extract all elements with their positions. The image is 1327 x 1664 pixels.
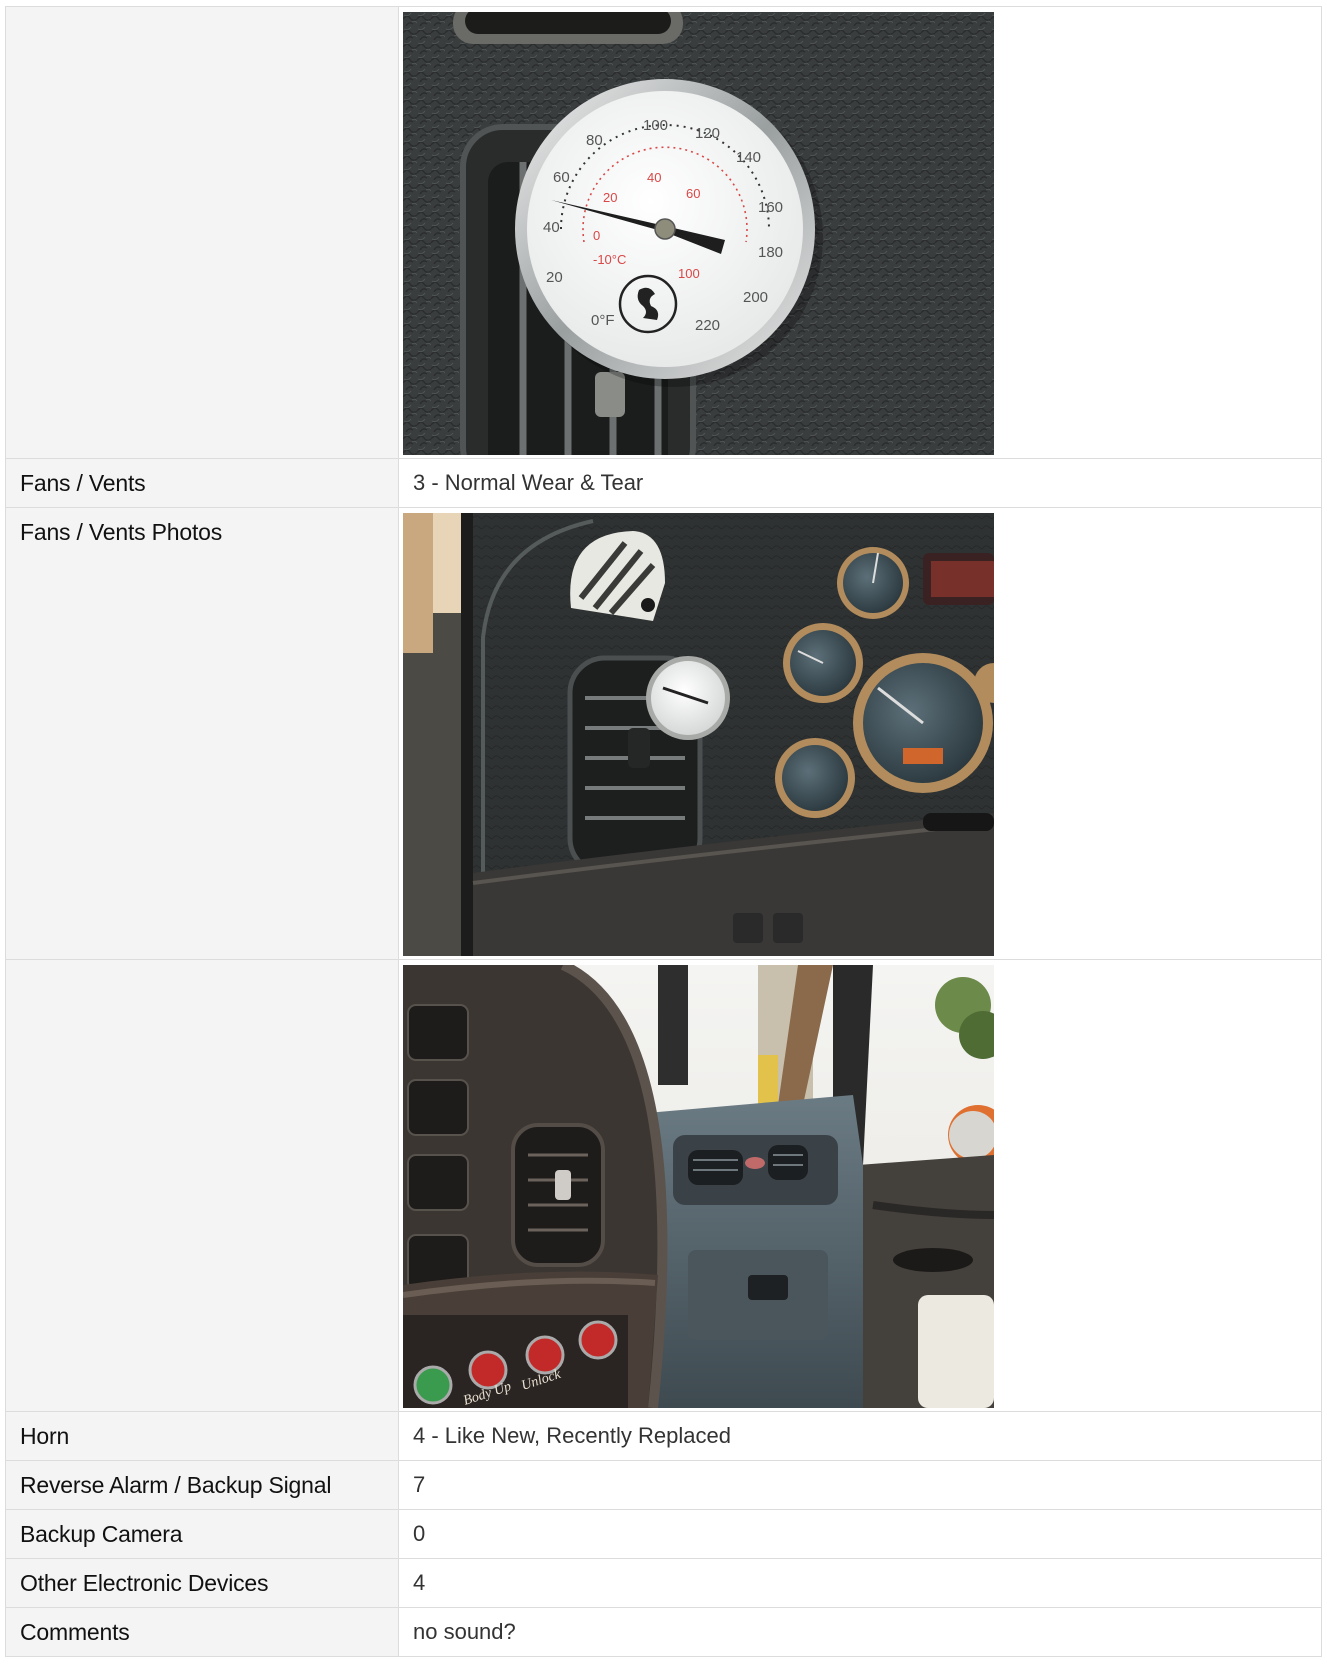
table-row: Comments no sound? — [5, 1607, 1322, 1657]
f-tick: 120 — [695, 125, 720, 142]
table-row: Reverse Alarm / Backup Signal 7 — [5, 1460, 1322, 1510]
f-tick: 180 — [758, 244, 783, 261]
row-value-cell: 3 - Normal Wear & Tear — [398, 458, 1322, 508]
table-row: Fans / Vents Photos — [5, 507, 1322, 960]
row-label-cell: Comments — [5, 1607, 399, 1657]
table-row: Other Electronic Devices 4 — [5, 1558, 1322, 1608]
f-tick: 100 — [643, 117, 668, 134]
c-tick: 0 — [593, 228, 600, 243]
row-label-cell: Horn — [5, 1411, 399, 1461]
row-value-cell: 4 — [398, 1558, 1322, 1608]
thermometer-photo[interactable]: 0°F 20 40 60 80 100 120 140 160 180 200 … — [403, 12, 994, 455]
row-value-cell: 4 - Like New, Recently Replaced — [398, 1411, 1322, 1461]
row-label-cell: Reverse Alarm / Backup Signal — [5, 1460, 399, 1510]
thermometer-small — [651, 661, 725, 735]
dashboard-vent-photo[interactable] — [403, 513, 994, 956]
dashboard-vent-image — [403, 513, 994, 956]
c-tick: 100 — [678, 266, 700, 281]
row-value-cell: no sound? — [398, 1607, 1322, 1657]
table-row: Backup Camera 0 — [5, 1509, 1322, 1559]
f-tick: 160 — [758, 199, 783, 216]
cab-interior-photo[interactable]: Unlock Body Up — [403, 965, 994, 1408]
row-value-cell: 0°F 20 40 60 80 100 120 140 160 180 200 … — [398, 6, 1322, 459]
reverse-alarm-label: Reverse Alarm / Backup Signal — [20, 1472, 332, 1498]
backup-camera-label: Backup Camera — [20, 1521, 183, 1547]
f-tick: 20 — [546, 269, 563, 286]
row-label-cell: Fans / Vents — [5, 458, 399, 508]
row-value-cell: 7 — [398, 1460, 1322, 1510]
table-row: 0°F 20 40 60 80 100 120 140 160 180 200 … — [5, 6, 1322, 459]
fans-vents-value: 3 - Normal Wear & Tear — [413, 470, 644, 495]
c-tick: 40 — [647, 170, 661, 185]
fans-vents-label: Fans / Vents — [20, 470, 146, 496]
row-value-cell — [398, 507, 1322, 960]
table-row: Unlock Body Up — [5, 959, 1322, 1412]
f-tick: 80 — [586, 132, 603, 149]
c-tick: 20 — [603, 190, 617, 205]
inspection-table: 0°F 20 40 60 80 100 120 140 160 180 200 … — [5, 6, 1322, 1657]
table-row: Fans / Vents 3 - Normal Wear & Tear — [5, 458, 1322, 508]
reverse-alarm-value: 7 — [413, 1472, 426, 1497]
comments-value: no sound? — [413, 1619, 516, 1644]
c-tick: 60 — [686, 186, 700, 201]
c-tick: -10°C — [593, 252, 626, 267]
row-label-cell — [5, 959, 399, 1412]
f-tick: 0°F — [591, 312, 615, 329]
other-electronic-devices-label: Other Electronic Devices — [20, 1570, 269, 1596]
cab-interior-image: Unlock Body Up — [403, 965, 994, 1408]
fans-vents-photos-label: Fans / Vents Photos — [20, 519, 223, 545]
f-tick: 140 — [736, 149, 761, 166]
table-row: Horn 4 - Like New, Recently Replaced — [5, 1411, 1322, 1461]
f-tick: 40 — [543, 219, 560, 236]
horn-value: 4 - Like New, Recently Replaced — [413, 1423, 731, 1448]
row-value-cell: 0 — [398, 1509, 1322, 1559]
other-electronic-devices-value: 4 — [413, 1570, 426, 1595]
row-label-cell: Backup Camera — [5, 1509, 399, 1559]
f-tick: 60 — [553, 169, 570, 186]
comments-label: Comments — [20, 1619, 130, 1645]
row-value-cell: Unlock Body Up — [398, 959, 1322, 1412]
backup-camera-value: 0 — [413, 1521, 426, 1546]
f-tick: 200 — [743, 289, 768, 306]
row-label-cell: Fans / Vents Photos — [5, 507, 399, 960]
thermometer-image: 0°F 20 40 60 80 100 120 140 160 180 200 … — [403, 12, 994, 455]
row-label-cell: Other Electronic Devices — [5, 1558, 399, 1608]
row-label-cell — [5, 6, 399, 459]
horn-label: Horn — [20, 1423, 70, 1449]
f-tick: 220 — [695, 317, 720, 334]
